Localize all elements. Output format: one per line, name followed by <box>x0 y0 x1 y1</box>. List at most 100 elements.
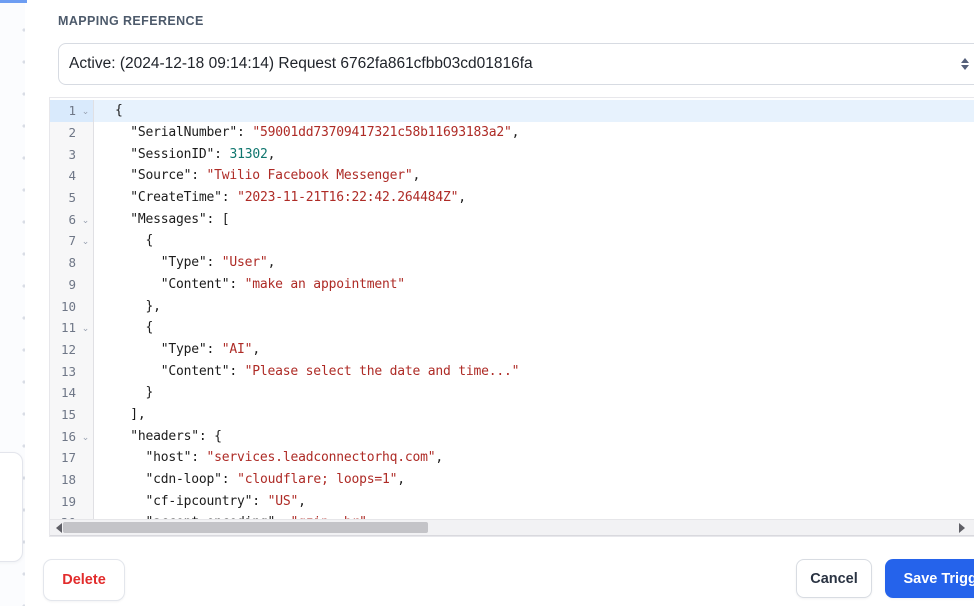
background-node-card <box>0 452 23 562</box>
code-line[interactable]: 9 "Content": "make an appointment" <box>50 273 974 296</box>
code-line[interactable]: 4 "Source": "Twilio Facebook Messenger", <box>50 165 974 187</box>
gutter-cell: 5 <box>50 186 94 209</box>
horizontal-scrollbar[interactable] <box>50 519 974 536</box>
code-line[interactable]: 6 ⌄ "Messages": [ <box>50 208 974 231</box>
code-line[interactable]: 8 "Type": "User", <box>50 251 974 274</box>
code-text[interactable]: "headers": { <box>94 425 974 447</box>
fold-icon[interactable]: ⌄ <box>78 104 93 117</box>
code-text[interactable]: { <box>94 230 974 252</box>
code-text[interactable]: "CreateTime": "2023-11-21T16:22:42.26448… <box>94 187 974 209</box>
gutter-cell: 4 <box>50 165 94 187</box>
fold-icon[interactable]: ⌄ <box>78 321 93 334</box>
gutter-cell: 7 ⌄ <box>50 230 94 252</box>
json-code-editor[interactable]: 1 ⌄{2 "SerialNumber": "59001dd73709417321… <box>49 97 974 537</box>
code-text[interactable]: "Content": "Please select the date and t… <box>94 360 974 382</box>
line-number: 3 <box>68 146 76 162</box>
code-text[interactable]: { <box>94 317 974 339</box>
line-number: 16 <box>60 428 76 444</box>
code-line[interactable]: 3 "SessionID": 31302, <box>50 143 974 166</box>
code-line[interactable]: 11 ⌄ { <box>50 316 974 339</box>
line-number: 8 <box>68 255 76 271</box>
code-text[interactable]: }, <box>94 295 974 317</box>
code-text[interactable]: "Type": "AI", <box>94 339 974 361</box>
gutter-cell: 15 <box>50 403 94 426</box>
code-line[interactable]: 10 }, <box>50 295 974 317</box>
code-editor-lines: 1 ⌄{2 "SerialNumber": "59001dd73709417321… <box>50 100 974 534</box>
mapping-reference-selected-value: Active: (2024-12-18 09:14:14) Request 67… <box>69 55 533 72</box>
code-line[interactable]: 7 ⌄ { <box>50 230 974 252</box>
save-trigger-button[interactable]: Save Trigger <box>885 559 974 598</box>
code-text[interactable]: "Content": "make an appointment" <box>94 274 974 296</box>
code-text[interactable]: "SessionID": 31302, <box>94 143 974 165</box>
code-line[interactable]: 1 ⌄{ <box>50 100 974 122</box>
fold-icon[interactable]: ⌄ <box>78 213 93 226</box>
code-text[interactable]: } <box>94 382 974 404</box>
code-text[interactable]: "Type": "User", <box>94 252 974 274</box>
canvas-top-accent-bar <box>0 0 27 3</box>
code-text[interactable]: "cf-ipcountry": "US", <box>94 490 974 512</box>
line-number: 2 <box>68 125 76 141</box>
gutter-cell: 12 <box>50 338 94 361</box>
trigger-mapping-modal: MAPPING REFERENCE Active: (2024-12-18 09… <box>25 0 974 606</box>
code-text[interactable]: "cdn-loop": "cloudflare; loops=1", <box>94 469 974 491</box>
line-number: 7 <box>68 233 76 249</box>
code-text[interactable]: "host": "services.leadconnectorhq.com", <box>94 447 974 469</box>
line-number: 1 <box>68 103 76 119</box>
code-text[interactable]: ], <box>94 404 974 426</box>
line-number: 11 <box>60 320 76 336</box>
scroll-right-icon[interactable] <box>957 523 967 533</box>
code-text[interactable]: "SerialNumber": "59001dd73709417321c58b1… <box>94 122 974 144</box>
gutter-cell: 3 <box>50 143 94 166</box>
horizontal-scrollbar-thumb[interactable] <box>63 522 428 533</box>
gutter-cell: 6 ⌄ <box>50 208 94 231</box>
cancel-button[interactable]: Cancel <box>796 559 872 598</box>
line-number: 17 <box>60 450 76 466</box>
code-line[interactable]: 2 "SerialNumber": "59001dd73709417321c58… <box>50 121 974 144</box>
line-number: 15 <box>60 406 76 422</box>
code-text[interactable]: "Messages": [ <box>94 208 974 230</box>
fold-icon[interactable]: ⌄ <box>78 430 93 443</box>
code-line[interactable]: 14 } <box>50 381 974 404</box>
mapping-reference-label: MAPPING REFERENCE <box>58 14 204 28</box>
code-text[interactable]: { <box>94 100 974 122</box>
line-number: 19 <box>60 493 76 509</box>
code-line[interactable]: 15 ], <box>50 403 974 426</box>
gutter-cell: 18 <box>50 468 94 491</box>
line-number: 5 <box>68 190 76 206</box>
code-text[interactable]: "Source": "Twilio Facebook Messenger", <box>94 165 974 187</box>
gutter-cell: 13 <box>50 360 94 382</box>
line-number: 18 <box>60 472 76 488</box>
gutter-cell: 14 <box>50 381 94 404</box>
code-line[interactable]: 17 "host": "services.leadconnectorhq.com… <box>50 447 974 469</box>
code-line[interactable]: 16 ⌄ "headers": { <box>50 425 974 447</box>
line-number: 14 <box>60 385 76 401</box>
code-line[interactable]: 13 "Content": "Please select the date an… <box>50 360 974 382</box>
code-line[interactable]: 18 "cdn-loop": "cloudflare; loops=1", <box>50 468 974 491</box>
select-spinner-icon <box>960 56 969 72</box>
code-line[interactable]: 5 "CreateTime": "2023-11-21T16:22:42.264… <box>50 186 974 209</box>
mapping-reference-select[interactable]: Active: (2024-12-18 09:14:14) Request 67… <box>58 43 974 85</box>
fold-icon[interactable]: ⌄ <box>78 234 93 247</box>
line-number: 13 <box>60 363 76 379</box>
line-number: 4 <box>68 168 76 184</box>
gutter-cell: 16 ⌄ <box>50 425 94 447</box>
code-line[interactable]: 12 "Type": "AI", <box>50 338 974 361</box>
gutter-cell: 17 <box>50 447 94 469</box>
line-number: 6 <box>68 211 76 227</box>
gutter-cell: 10 <box>50 295 94 317</box>
gutter-cell: 8 <box>50 251 94 274</box>
delete-button[interactable]: Delete <box>43 559 125 601</box>
code-line[interactable]: 19 "cf-ipcountry": "US", <box>50 490 974 513</box>
line-number: 12 <box>60 341 76 357</box>
